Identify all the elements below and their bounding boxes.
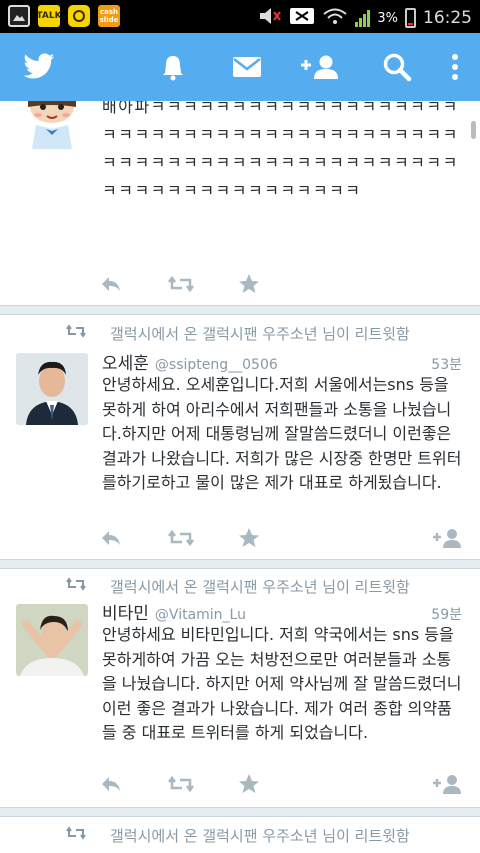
app-bar — [0, 33, 480, 101]
kakaostory-icon — [68, 5, 90, 27]
messages-icon[interactable] — [224, 33, 270, 101]
notifications-icon[interactable] — [150, 33, 196, 101]
wifi-icon — [322, 6, 348, 30]
retweet-small-icon — [66, 324, 86, 342]
retweet-context: 갤럭시에서 온 갤럭시팬 우주소년 님이 리트윗함 — [66, 824, 410, 846]
tweet-actions — [100, 525, 462, 551]
favorite-icon[interactable] — [238, 771, 260, 797]
tweet[interactable]: 배아파ㅋㅋㅋㅋㅋㅋㅋㅋㅋㅋㅋㅋㅋㅋㅋㅋㅋㅋㅋㅋㅋㅋㅋㅋㅋㅋㅋㅋㅋㅋㅋㅋㅋㅋㅋㅋㅋ… — [0, 101, 480, 305]
tweet-text: 배아파ㅋㅋㅋㅋㅋㅋㅋㅋㅋㅋㅋㅋㅋㅋㅋㅋㅋㅋㅋㅋㅋㅋㅋㅋㅋㅋㅋㅋㅋㅋㅋㅋㅋㅋㅋㅋㅋ… — [102, 101, 459, 200]
follow-icon[interactable] — [432, 771, 462, 797]
add-follower-icon[interactable] — [296, 33, 344, 101]
tweet-divider — [0, 559, 480, 569]
tweet-header: 오세훈 @ssipteng__0506 53분 — [102, 349, 462, 374]
battery-icon — [405, 8, 416, 28]
tweet[interactable]: 갤럭시에서 온 갤럭시팬 우주소년 님이 리트윗함 오세훈 @ssipteng_… — [0, 315, 480, 571]
retweet-context: 갤럭시에서 온 갤럭시팬 우주소년 님이 리트윗함 — [66, 575, 410, 597]
avatar[interactable] — [16, 101, 88, 149]
tweet-actions — [100, 771, 462, 797]
tweet-actions — [100, 271, 462, 297]
retweeter-link[interactable]: 갤럭시에서 온 갤럭시팬 우주소년 님이 리트윗함 — [110, 576, 410, 597]
username[interactable]: @Vitamin_Lu — [155, 607, 246, 623]
retweet-small-icon — [66, 826, 86, 844]
avatar[interactable] — [16, 604, 88, 676]
status-bar: TALK cash slide 3% 16:25 — [0, 0, 480, 33]
retweet-icon[interactable] — [168, 525, 194, 551]
timestamp: 59분 — [431, 607, 462, 623]
retweet-icon[interactable] — [168, 271, 194, 297]
retweeter-link[interactable]: 갤럭시에서 온 갤럭시팬 우주소년 님이 리트윗함 — [110, 825, 410, 846]
favorite-icon[interactable] — [238, 271, 260, 297]
battery-level: 3% — [377, 10, 398, 26]
scrollbar[interactable] — [471, 121, 476, 139]
kakaotalk-icon: TALK — [36, 5, 62, 27]
favorite-icon[interactable] — [238, 525, 260, 551]
clock: 16:25 — [423, 8, 472, 28]
reply-icon[interactable] — [100, 771, 122, 797]
timestamp: 53분 — [431, 357, 462, 373]
no-signal-icon — [289, 6, 315, 30]
mute-icon — [258, 6, 282, 30]
overflow-menu-icon[interactable] — [440, 33, 470, 101]
follow-icon[interactable] — [432, 525, 462, 551]
twitter-bird-icon[interactable] — [14, 33, 64, 101]
reply-icon[interactable] — [100, 525, 122, 551]
tweet-text: 안녕하세요. 오세훈입니다.저희 서울에서는sns 등을 못하게 하여 아리수에… — [102, 375, 462, 492]
cashslide-icon: cash slide — [98, 5, 120, 27]
retweet-small-icon — [66, 577, 86, 595]
tweet-divider — [0, 807, 480, 817]
tweet-divider — [0, 305, 480, 315]
tweet-header: 비타민 @Vitamin_Lu 59분 — [102, 599, 462, 624]
tweet-text: 안녕하세요 비타민입니다. 저희 약국에서는 sns 등을 못하게하여 가끔 오… — [102, 625, 467, 742]
retweet-context: 갤럭시에서 온 갤럭시팬 우주소년 님이 리트윗함 — [66, 322, 410, 344]
tweet[interactable]: 갤럭시에서 온 갤럭시팬 우주소년 님이 리트윗함 — [0, 817, 480, 853]
display-name[interactable]: 비타민 — [102, 599, 149, 624]
search-icon[interactable] — [374, 33, 420, 101]
retweet-icon[interactable] — [168, 771, 194, 797]
signal-icon — [355, 9, 371, 27]
avatar[interactable] — [16, 353, 88, 425]
timeline[interactable]: 배아파ㅋㅋㅋㅋㅋㅋㅋㅋㅋㅋㅋㅋㅋㅋㅋㅋㅋㅋㅋㅋㅋㅋㅋㅋㅋㅋㅋㅋㅋㅋㅋㅋㅋㅋㅋㅋㅋ… — [0, 101, 480, 853]
display-name[interactable]: 오세훈 — [102, 349, 149, 374]
username[interactable]: @ssipteng__0506 — [155, 357, 278, 373]
retweeter-link[interactable]: 갤럭시에서 온 갤럭시팬 우주소년 님이 리트윗함 — [110, 323, 410, 344]
tweet[interactable]: 갤럭시에서 온 갤럭시팬 우주소년 님이 리트윗함 비타민 @Vitamin_L… — [0, 569, 480, 809]
reply-icon[interactable] — [100, 271, 122, 297]
gallery-icon — [8, 5, 30, 27]
